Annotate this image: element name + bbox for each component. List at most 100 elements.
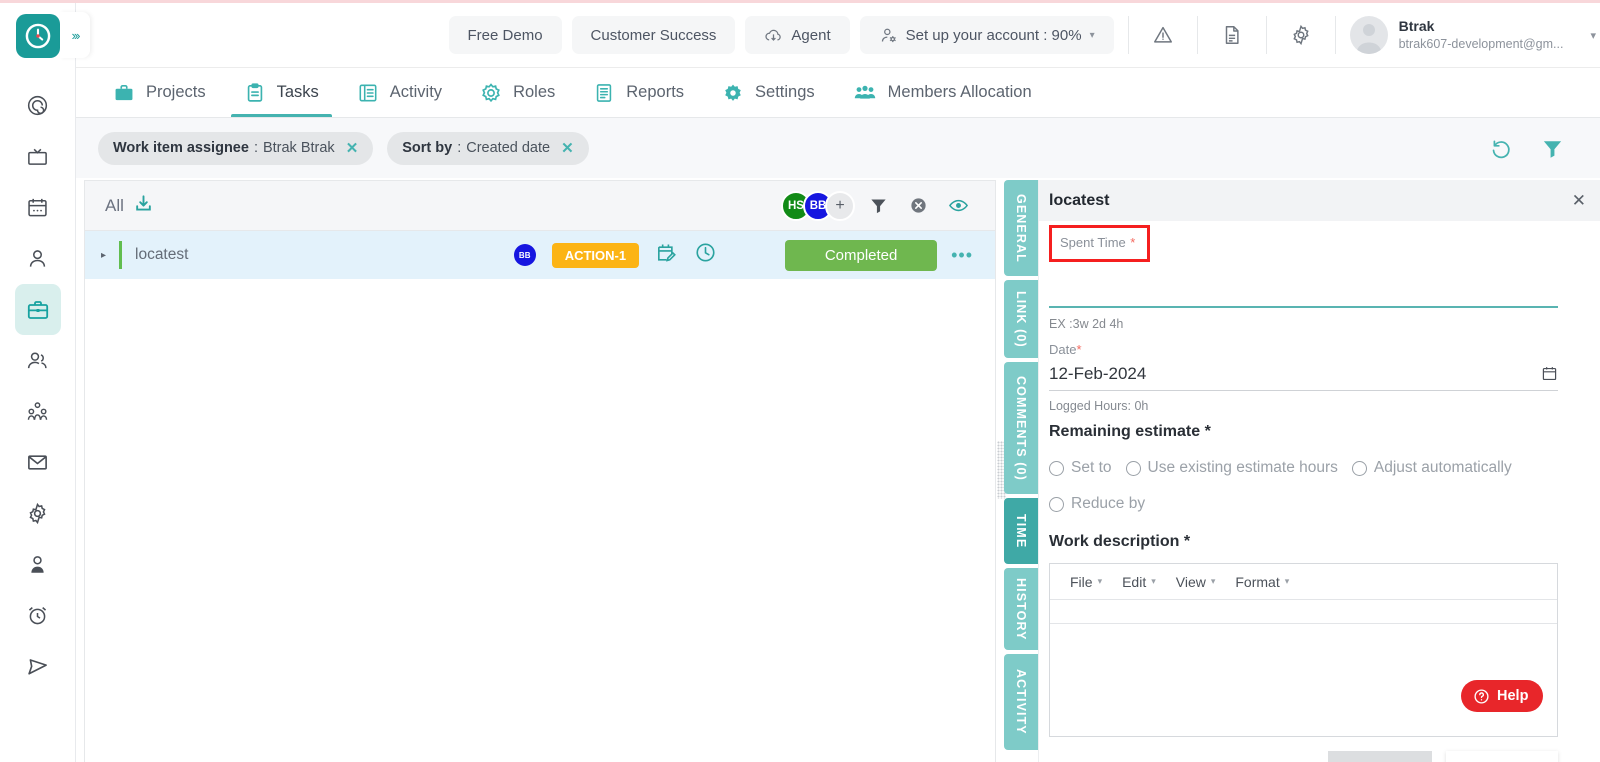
close-icon[interactable]: ✕ [1572,191,1586,211]
help-button[interactable]: Help [1461,680,1543,712]
menu-view[interactable]: View ▾ [1166,574,1226,590]
action-badge[interactable]: ACTION-1 [552,243,639,268]
chevrons-right-icon: ››› [72,28,79,43]
sidebar-item-user[interactable] [15,233,61,284]
vtab-link[interactable]: LINK (0) [1004,280,1038,358]
visibility-button[interactable] [941,189,975,223]
sidebar-item-send[interactable] [15,641,61,692]
chevron-down-icon: ▾ [1090,30,1095,41]
status-badge[interactable]: Completed [785,240,937,271]
sidebar-icon-list [15,80,61,692]
vtab-comments[interactable]: COMMENTS (0) [1004,362,1038,494]
tab-label: Projects [146,83,206,102]
table-row[interactable]: ▸ locatest BB ACTION-1 [85,231,995,279]
sidebar-item-tv[interactable] [15,131,61,182]
radio-circle-icon [1049,461,1064,476]
open-filter-button[interactable] [1541,137,1564,160]
sidebar-item-users[interactable] [15,335,61,386]
work-description-title: Work description [1049,533,1179,550]
radio-reduce-by[interactable]: Reduce by [1049,495,1145,513]
warning-button[interactable] [1143,15,1183,55]
reset-filters-button[interactable] [1490,137,1513,160]
expand-row-icon[interactable]: ▸ [101,250,119,261]
document-button[interactable] [1212,15,1252,55]
save-button[interactable]: ✔ Save [1328,751,1432,762]
list-title: All [105,196,124,216]
tab-projects[interactable]: Projects [94,68,225,117]
work-description-title-wrap: Work description * [1049,513,1558,551]
report-icon [593,82,615,104]
tab-activity[interactable]: Activity [338,68,461,117]
sidebar-item-org-chart[interactable] [15,386,61,437]
settings-button[interactable] [1281,15,1321,55]
editor-toolbar [1050,600,1557,624]
vtab-activity[interactable]: ACTIVITY [1004,654,1038,750]
vtab-history[interactable]: HISTORY [1004,568,1038,650]
calendar-picker-icon[interactable] [1541,365,1558,382]
clock-logo-icon [24,22,52,50]
sidebar-item-mail[interactable] [15,437,61,488]
account-setup-button[interactable]: Set up your account : 90% ▾ [860,16,1114,54]
menu-file[interactable]: File ▾ [1060,574,1112,590]
remaining-estimate-title: Remaining estimate [1049,423,1200,440]
customer-success-button[interactable]: Customer Success [572,16,736,54]
clear-filter-button[interactable] [901,189,935,223]
row-assignee-avatar[interactable]: BB [514,244,536,266]
app-root: ››› Free Demo Customer Success Agent Set… [0,0,1600,762]
list-filter-button[interactable] [861,189,895,223]
radio-set-to[interactable]: Set to [1049,459,1112,477]
row-time-button[interactable] [694,241,717,269]
main-nav: Projects Tasks Activity Roles [76,68,1600,118]
chip-sort-by[interactable]: Sort by : Created date ✕ [387,132,588,165]
chip-work-item-assignee[interactable]: Work item assignee : Btrak Btrak ✕ [98,132,373,165]
briefcase-icon [113,82,135,104]
funnel-filter-icon [1541,137,1564,160]
sidebar-item-settings[interactable] [15,488,61,539]
radio-circle-icon [1049,497,1064,512]
tab-settings[interactable]: Settings [703,68,834,117]
free-demo-button[interactable]: Free Demo [449,16,562,54]
sidebar-item-calendar[interactable] [15,182,61,233]
row-more-button[interactable]: ••• [945,245,979,266]
editor-content-area[interactable] [1050,624,1557,734]
sidebar-item-spiral-target[interactable] [15,80,61,131]
task-name: locatest [135,246,188,264]
required-asterisk: * [1076,342,1081,357]
chip-separator: : [254,140,258,156]
chevron-down-icon: ▾ [1211,576,1216,587]
gear-icon [1290,24,1312,46]
sidebar-item-alarm[interactable] [15,590,61,641]
cancel-button[interactable]: ✕ Cancel [1446,751,1558,762]
tab-members-allocation[interactable]: Members Allocation [834,68,1051,117]
agent-button[interactable]: Agent [745,16,849,54]
app-logo[interactable] [16,14,60,58]
menu-format[interactable]: Format ▾ [1225,574,1299,590]
close-icon[interactable]: ✕ [346,139,359,157]
tab-roles[interactable]: Roles [461,68,574,117]
row-calendar-button[interactable] [655,241,678,269]
alarm-clock-icon [26,604,49,627]
tab-tasks[interactable]: Tasks [225,68,338,117]
tab-reports[interactable]: Reports [574,68,703,117]
radio-adjust-automatically[interactable]: Adjust automatically [1352,459,1512,477]
expand-sidebar-button[interactable]: ››› [60,12,90,58]
gear-icon [26,502,49,525]
close-icon[interactable]: ✕ [561,139,574,157]
date-input[interactable]: 12-Feb-2024 [1049,357,1558,391]
clock-icon [694,241,717,264]
sidebar-item-person-badge[interactable] [15,539,61,590]
header-divider-3 [1266,16,1267,54]
help-label: Help [1497,688,1528,704]
vtab-general[interactable]: GENERAL [1004,180,1038,276]
left-sidebar [0,3,76,762]
add-member-button[interactable]: + [825,191,855,221]
download-button[interactable] [134,194,153,218]
sidebar-item-projects[interactable] [15,284,61,335]
user-menu[interactable]: Btrak btrak607-development@gm... ▾ [1350,16,1600,54]
radio-use-existing-estimate-hours[interactable]: Use existing estimate hours [1126,459,1338,477]
menu-edit[interactable]: Edit ▾ [1112,574,1166,590]
vtab-time[interactable]: TIME [1004,498,1038,564]
person-badge-icon [26,553,49,576]
spent-time-input[interactable] [1049,262,1558,308]
gear-sun-icon [480,82,502,104]
